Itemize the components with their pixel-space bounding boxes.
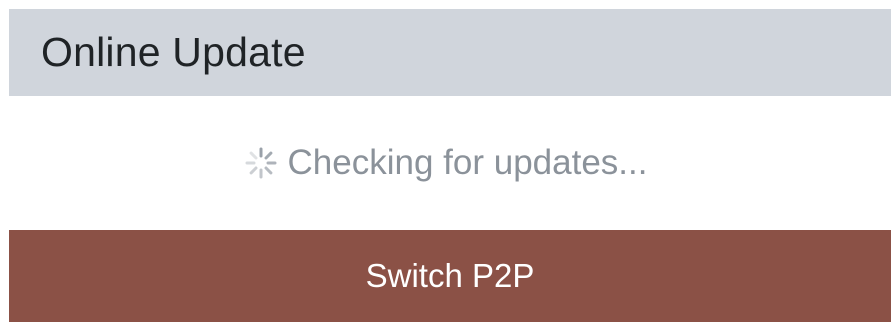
status-text: Checking for updates... [287, 143, 648, 182]
switch-p2p-label: Switch P2P [365, 257, 535, 294]
update-status: Checking for updates... [0, 138, 891, 188]
spinner-icon [244, 146, 278, 180]
switch-p2p-button[interactable]: Switch P2P [9, 230, 891, 322]
dialog-title: Online Update [41, 29, 306, 75]
dialog-header: Online Update [9, 9, 891, 96]
